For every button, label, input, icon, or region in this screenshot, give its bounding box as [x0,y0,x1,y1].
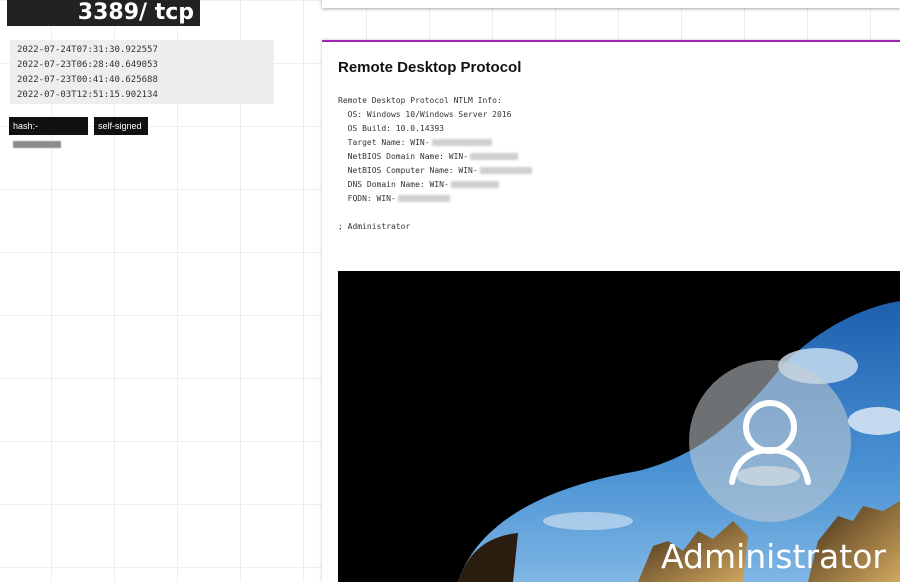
hash-tag[interactable]: hash:- [9,117,88,149]
netbios-computer-line: NetBIOS Computer Name: WIN- [338,164,532,178]
timestamp-item: 2022-07-23T00:41:40.625688 [17,75,158,85]
fqdn-line: FQDN: WIN- [338,192,532,206]
ntlm-info-header: Remote Desktop Protocol NTLM Info: [338,96,502,105]
timestamp-item: 2022-07-24T07:31:30.922557 [17,45,158,55]
timestamp-list: 2022-07-24T07:31:30.922557 2022-07-23T06… [10,40,274,104]
target-name-line: Target Name: WIN- [338,136,532,150]
os-build-line: OS Build: 10.0.14393 [338,124,444,133]
redacted-hash [13,141,61,149]
redacted-value [470,153,519,160]
self-signed-tag[interactable]: self-signed [94,117,148,135]
timestamp-item: 2022-07-23T06:28:40.649053 [17,60,158,70]
hash-tag-label: hash:- [13,121,39,131]
os-line: OS: Windows 10/Windows Server 2016 [338,110,512,119]
redacted-value [479,167,532,174]
service-title: Remote Desktop Protocol [338,59,522,76]
rdp-service-card: Remote Desktop Protocol Remote Desktop P… [322,40,900,582]
netbios-domain-line: NetBIOS Domain Name: WIN- [338,150,532,164]
timestamp-item: 2022-07-03T12:51:15.902134 [17,90,158,100]
dns-domain-line: DNS Domain Name: WIN- [338,178,532,192]
ntlm-info-block: Remote Desktop Protocol NTLM Info: OS: W… [338,94,532,234]
login-username: Administrator [661,537,886,576]
redacted-value [431,139,492,146]
rdp-login-screenshot: Administrator [338,271,900,582]
user-avatar-icon [729,400,811,485]
redacted-value [450,181,499,188]
port-header: 3389/ tcp [7,0,200,26]
user-avatar [689,360,851,522]
user-line: ; Administrator [338,222,411,231]
redacted-value [397,195,450,202]
previous-service-card [322,0,900,8]
